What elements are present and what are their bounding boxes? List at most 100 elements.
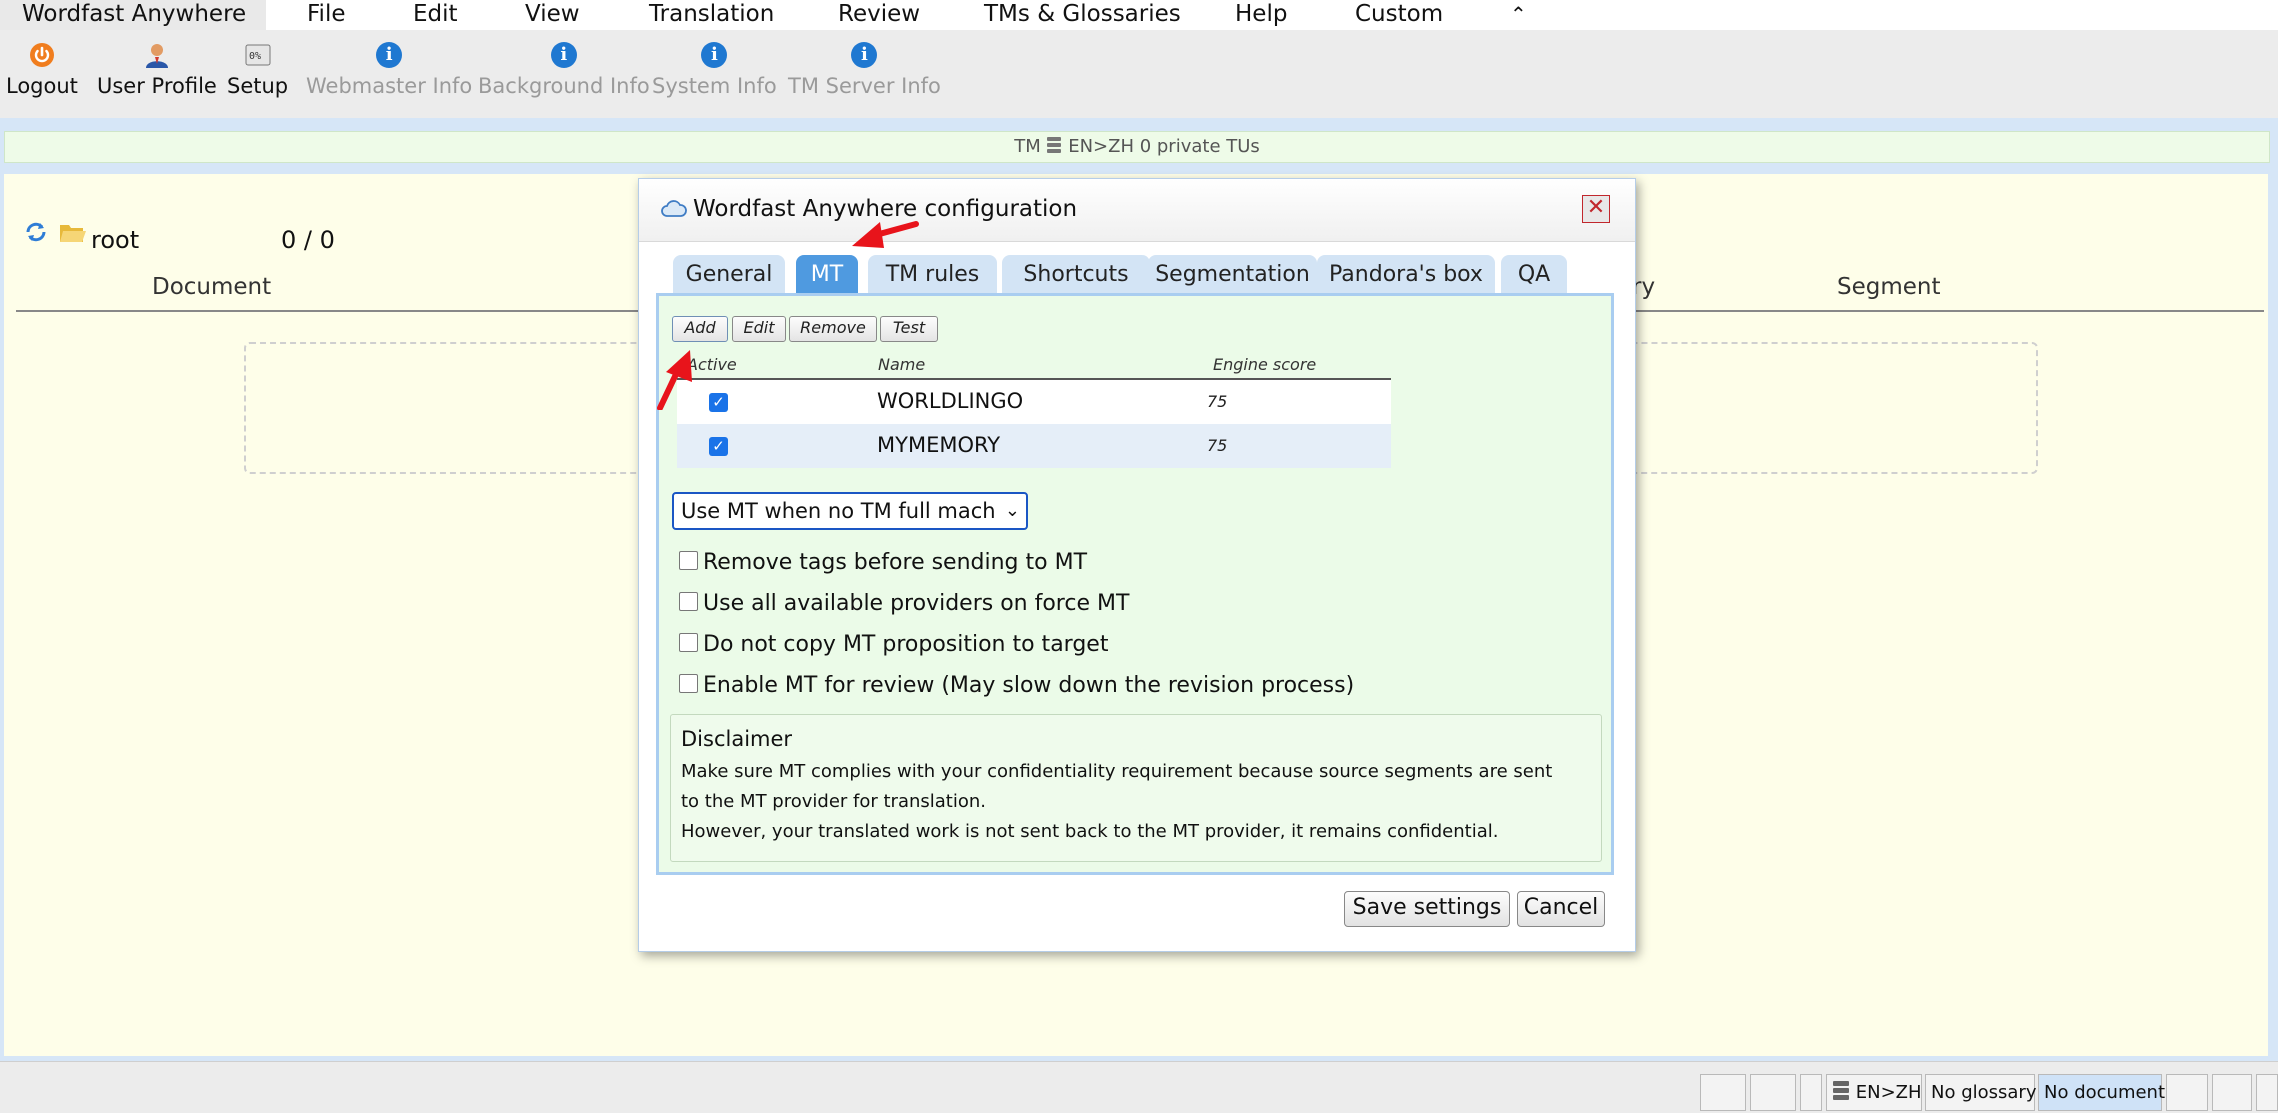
setup-icon: 0% — [245, 44, 271, 66]
logout-button[interactable]: Logout — [6, 42, 78, 98]
menu-view[interactable]: View — [525, 0, 580, 30]
tab-qa[interactable]: QA — [1501, 255, 1567, 293]
configuration-dialog: Wordfast Anywhere configuration ✕ Genera… — [638, 178, 1636, 952]
system-info-button[interactable]: i System Info — [652, 42, 777, 98]
chevron-down-icon: ⌄ — [1004, 500, 1020, 521]
webmaster-info-button[interactable]: i Webmaster Info — [306, 42, 472, 98]
menu-help[interactable]: Help — [1235, 0, 1287, 30]
tab-pandoras-box[interactable]: Pandora's box — [1317, 255, 1495, 293]
checkbox[interactable] — [679, 674, 698, 693]
logout-label: Logout — [6, 74, 78, 98]
test-engine-button[interactable]: Test — [880, 316, 938, 342]
save-settings-button[interactable]: Save settings — [1344, 891, 1510, 927]
info-icon: i — [550, 42, 577, 68]
header-name: Name — [878, 355, 926, 374]
status-cell-empty — [2166, 1074, 2208, 1111]
tm-prefix: TM — [1014, 136, 1041, 157]
tab-shortcuts[interactable]: Shortcuts — [1002, 255, 1150, 293]
info-icon: i — [851, 42, 878, 68]
active-checkbox[interactable]: ✓ — [709, 393, 728, 412]
cloud-icon — [661, 200, 687, 217]
engine-score: 75 — [1207, 392, 1228, 411]
refresh-icon[interactable] — [24, 220, 48, 244]
tm-server-info-label: TM Server Info — [788, 74, 941, 98]
option-no-copy[interactable]: Do not copy MT proposition to target — [679, 632, 1108, 657]
dialog-tabs: General MT TM rules Shortcuts Segmentati… — [639, 255, 1635, 293]
document-counter: 0 / 0 — [281, 226, 335, 254]
folder-open-icon[interactable] — [59, 222, 87, 244]
tree-icons — [24, 220, 87, 248]
double-chevron-up-icon[interactable]: ⌃ — [1510, 0, 1527, 30]
system-info-label: System Info — [652, 74, 777, 98]
disclaimer-line: to the MT provider for translation. — [681, 791, 986, 812]
tab-general[interactable]: General — [673, 255, 785, 293]
webmaster-info-label: Webmaster Info — [306, 74, 473, 98]
status-cell-empty — [2256, 1074, 2278, 1111]
add-engine-button[interactable]: Add — [672, 316, 728, 342]
user-icon — [145, 44, 168, 68]
option-label: Use all available providers on force MT — [703, 591, 1130, 616]
annotation-arrow-icon — [852, 221, 919, 248]
active-checkbox[interactable]: ✓ — [709, 437, 728, 456]
tm-bar-wrapper: TM EN>ZH 0 private TUs — [0, 118, 2278, 168]
database-icon — [1047, 137, 1062, 153]
disclaimer-line: However, your translated work is not sen… — [681, 821, 1499, 842]
option-label: Remove tags before sending to MT — [703, 550, 1088, 575]
engine-name: MYMEMORY — [877, 433, 1001, 457]
background-info-button[interactable]: i Background Info — [478, 42, 650, 98]
status-lang-pair[interactable]: EN>ZH — [1826, 1074, 1922, 1111]
column-segment[interactable]: Segment — [1837, 274, 1941, 300]
table-row[interactable]: ✓ WORLDLINGO 75 — [677, 380, 1391, 424]
status-glossary[interactable]: No glossary — [1925, 1074, 2036, 1111]
cancel-button[interactable]: Cancel — [1517, 891, 1605, 927]
checkbox[interactable] — [679, 592, 698, 611]
status-cell-empty — [2212, 1074, 2252, 1111]
menu-file[interactable]: File — [307, 0, 346, 30]
engine-name: WORLDLINGO — [877, 389, 1024, 413]
status-bar: EN>ZH No glossary No document — [0, 1061, 2278, 1113]
checkbox[interactable] — [679, 633, 698, 652]
info-icon: i — [376, 42, 403, 68]
status-cell-empty — [1800, 1074, 1822, 1111]
status-document[interactable]: No document — [2038, 1074, 2165, 1111]
disclaimer-box: Disclaimer Make sure MT complies with yo… — [670, 714, 1602, 862]
mt-mode-value: Use MT when no TM full mach — [681, 499, 996, 523]
background-info-label: Background Info — [478, 74, 650, 98]
remove-engine-button[interactable]: Remove — [789, 316, 877, 342]
user-profile-button[interactable]: User Profile — [97, 42, 217, 98]
setup-label: Setup — [227, 74, 289, 98]
edit-engine-button[interactable]: Edit — [732, 316, 786, 342]
setup-button[interactable]: 0% Setup — [227, 42, 288, 98]
tm-server-info-button[interactable]: i TM Server Info — [788, 42, 941, 98]
dialog-titlebar[interactable]: Wordfast Anywhere configuration ✕ — [639, 179, 1635, 242]
menu-custom[interactable]: Custom — [1355, 0, 1443, 30]
database-icon — [1833, 1081, 1849, 1100]
tree-root-label[interactable]: root — [91, 226, 139, 254]
tm-status-text: EN>ZH 0 private TUs — [1068, 136, 1260, 157]
power-icon — [29, 43, 54, 67]
tab-mt[interactable]: MT — [796, 255, 858, 293]
option-remove-tags[interactable]: Remove tags before sending to MT — [679, 550, 1087, 575]
disclaimer-title: Disclaimer — [681, 727, 793, 751]
engine-score: 75 — [1207, 436, 1228, 455]
info-icon: i — [701, 42, 728, 68]
option-mt-review[interactable]: Enable MT for review (May slow down the … — [679, 673, 1354, 698]
menu-app-name[interactable]: Wordfast Anywhere — [0, 0, 266, 30]
table-row[interactable]: ✓ MYMEMORY 75 — [677, 424, 1391, 468]
menu-tms-glossaries[interactable]: TMs & Glossaries — [984, 0, 1181, 30]
column-document[interactable]: Document — [152, 274, 271, 300]
status-lang-text: EN>ZH — [1855, 1082, 1922, 1103]
menu-edit[interactable]: Edit — [413, 0, 458, 30]
checkbox[interactable] — [679, 551, 698, 570]
tm-status-bar[interactable]: TM EN>ZH 0 private TUs — [4, 131, 2270, 163]
menu-review[interactable]: Review — [838, 0, 920, 30]
menu-bar: Wordfast Anywhere File Edit View Transla… — [0, 0, 2278, 30]
tab-segmentation[interactable]: Segmentation — [1148, 255, 1317, 293]
option-all-providers[interactable]: Use all available providers on force MT — [679, 591, 1129, 616]
menu-translation[interactable]: Translation — [649, 0, 774, 30]
annotation-arrow-icon — [657, 350, 692, 410]
status-cell-empty — [1700, 1074, 1746, 1111]
mt-mode-select[interactable]: Use MT when no TM full mach ⌄ — [672, 492, 1028, 530]
tab-tm-rules[interactable]: TM rules — [868, 255, 997, 293]
close-icon[interactable]: ✕ — [1582, 195, 1610, 223]
